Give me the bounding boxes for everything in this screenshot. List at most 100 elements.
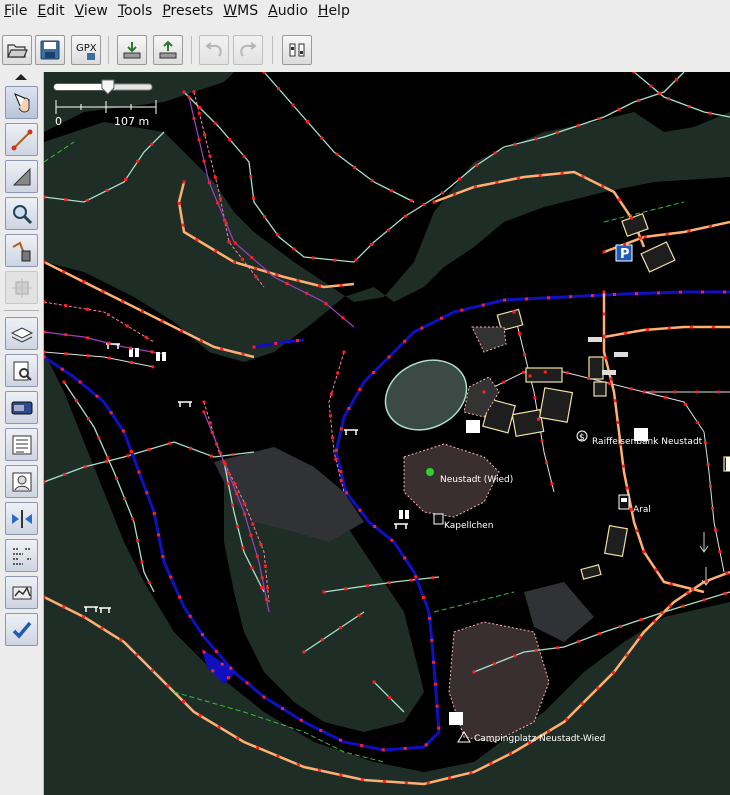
way-node[interactable] — [285, 282, 289, 285]
way-node[interactable] — [336, 371, 340, 375]
way-node[interactable] — [213, 175, 217, 179]
way-node[interactable] — [341, 316, 345, 320]
way-node[interactable] — [105, 459, 109, 463]
way-node[interactable] — [613, 293, 616, 296]
way-node[interactable] — [181, 223, 185, 227]
way-node[interactable] — [668, 604, 672, 608]
way-node[interactable] — [129, 450, 133, 453]
way-node[interactable] — [458, 177, 462, 181]
way-node[interactable] — [437, 726, 441, 730]
way-node[interactable] — [202, 159, 206, 163]
way-node[interactable] — [597, 632, 601, 636]
way-node[interactable] — [157, 533, 161, 537]
way-node[interactable] — [403, 556, 407, 560]
way-node[interactable] — [502, 380, 506, 384]
way-node[interactable] — [106, 456, 110, 460]
way-node[interactable] — [489, 762, 493, 766]
way-node[interactable] — [382, 779, 386, 783]
way-node[interactable] — [689, 325, 693, 329]
menu-wms[interactable]: WMS — [219, 3, 262, 19]
way-node[interactable] — [703, 441, 707, 445]
place-node-icon[interactable] — [426, 468, 434, 476]
way-node[interactable] — [642, 390, 646, 394]
way-node[interactable] — [696, 421, 700, 425]
way-node[interactable] — [493, 151, 497, 155]
way-node[interactable] — [44, 195, 46, 199]
way-node[interactable] — [277, 87, 280, 91]
way-node[interactable] — [649, 84, 653, 88]
way-node[interactable] — [517, 331, 521, 335]
way-node[interactable] — [381, 748, 385, 752]
way-node[interactable] — [249, 533, 253, 537]
way-node[interactable] — [597, 117, 601, 121]
way-node[interactable] — [556, 646, 560, 650]
way-node[interactable] — [178, 595, 182, 599]
way-node[interactable] — [147, 448, 151, 451]
way-node[interactable] — [260, 586, 264, 590]
way-node[interactable] — [580, 702, 584, 706]
merge-button[interactable] — [5, 502, 38, 535]
way-node[interactable] — [521, 370, 525, 374]
way-node[interactable] — [658, 91, 662, 95]
way-node[interactable] — [602, 290, 606, 294]
way-node[interactable] — [81, 280, 85, 284]
way-node[interactable] — [317, 284, 321, 288]
way-node[interactable] — [718, 550, 722, 554]
way-node[interactable] — [339, 479, 343, 483]
way-node[interactable] — [275, 273, 279, 277]
way-node[interactable] — [390, 538, 394, 542]
way-node[interactable] — [189, 446, 193, 450]
way-node[interactable] — [44, 260, 46, 264]
way-node[interactable] — [131, 517, 135, 521]
way-node[interactable] — [223, 462, 227, 466]
way-node[interactable] — [475, 163, 479, 167]
way-node[interactable] — [140, 560, 144, 564]
way-node[interactable] — [482, 390, 486, 394]
way-node[interactable] — [296, 339, 299, 343]
way-node[interactable] — [441, 191, 445, 195]
way-node[interactable] — [513, 654, 517, 658]
way-node[interactable] — [473, 185, 477, 189]
redo-button[interactable] — [233, 35, 263, 65]
way-node[interactable] — [195, 238, 199, 242]
way-node[interactable] — [121, 299, 125, 303]
fuel-station-icon[interactable] — [618, 494, 630, 510]
way-node[interactable] — [334, 457, 338, 461]
way-node[interactable] — [192, 90, 196, 94]
way-node[interactable] — [679, 290, 682, 294]
menu-audio[interactable]: Audio — [264, 3, 312, 19]
way-node[interactable] — [198, 714, 202, 718]
way-node[interactable] — [86, 354, 90, 358]
gpx-export-button[interactable]: GPX — [71, 35, 101, 65]
way-node[interactable] — [64, 333, 68, 337]
way-node[interactable] — [207, 181, 211, 185]
way-node[interactable] — [706, 463, 710, 466]
way-node[interactable] — [433, 682, 437, 686]
save-button[interactable] — [35, 35, 65, 65]
way-node[interactable] — [128, 346, 132, 350]
way-node[interactable] — [723, 592, 727, 595]
way-node[interactable] — [215, 442, 219, 446]
way-node[interactable] — [424, 743, 428, 747]
way-node[interactable] — [119, 638, 123, 642]
menu-view[interactable]: View — [71, 3, 112, 19]
way-node[interactable] — [420, 326, 424, 330]
way-node[interactable] — [509, 752, 512, 756]
way-node[interactable] — [60, 367, 64, 371]
way-node[interactable] — [115, 476, 118, 480]
way-node[interactable] — [537, 417, 540, 421]
way-node[interactable] — [200, 633, 204, 637]
way-node[interactable] — [182, 700, 185, 703]
poi-marker-icon[interactable] — [726, 457, 730, 471]
way-node[interactable] — [513, 142, 517, 146]
way-node[interactable] — [220, 347, 224, 351]
way-node[interactable] — [250, 256, 254, 260]
way-node[interactable] — [306, 120, 309, 124]
way-node[interactable] — [339, 773, 343, 777]
way-node[interactable] — [543, 370, 547, 374]
way-node[interactable] — [403, 214, 407, 218]
collapse-arrow-icon[interactable] — [14, 73, 28, 81]
properties-button[interactable] — [5, 354, 38, 387]
way-node[interactable] — [347, 407, 351, 410]
way-node[interactable] — [317, 768, 321, 772]
